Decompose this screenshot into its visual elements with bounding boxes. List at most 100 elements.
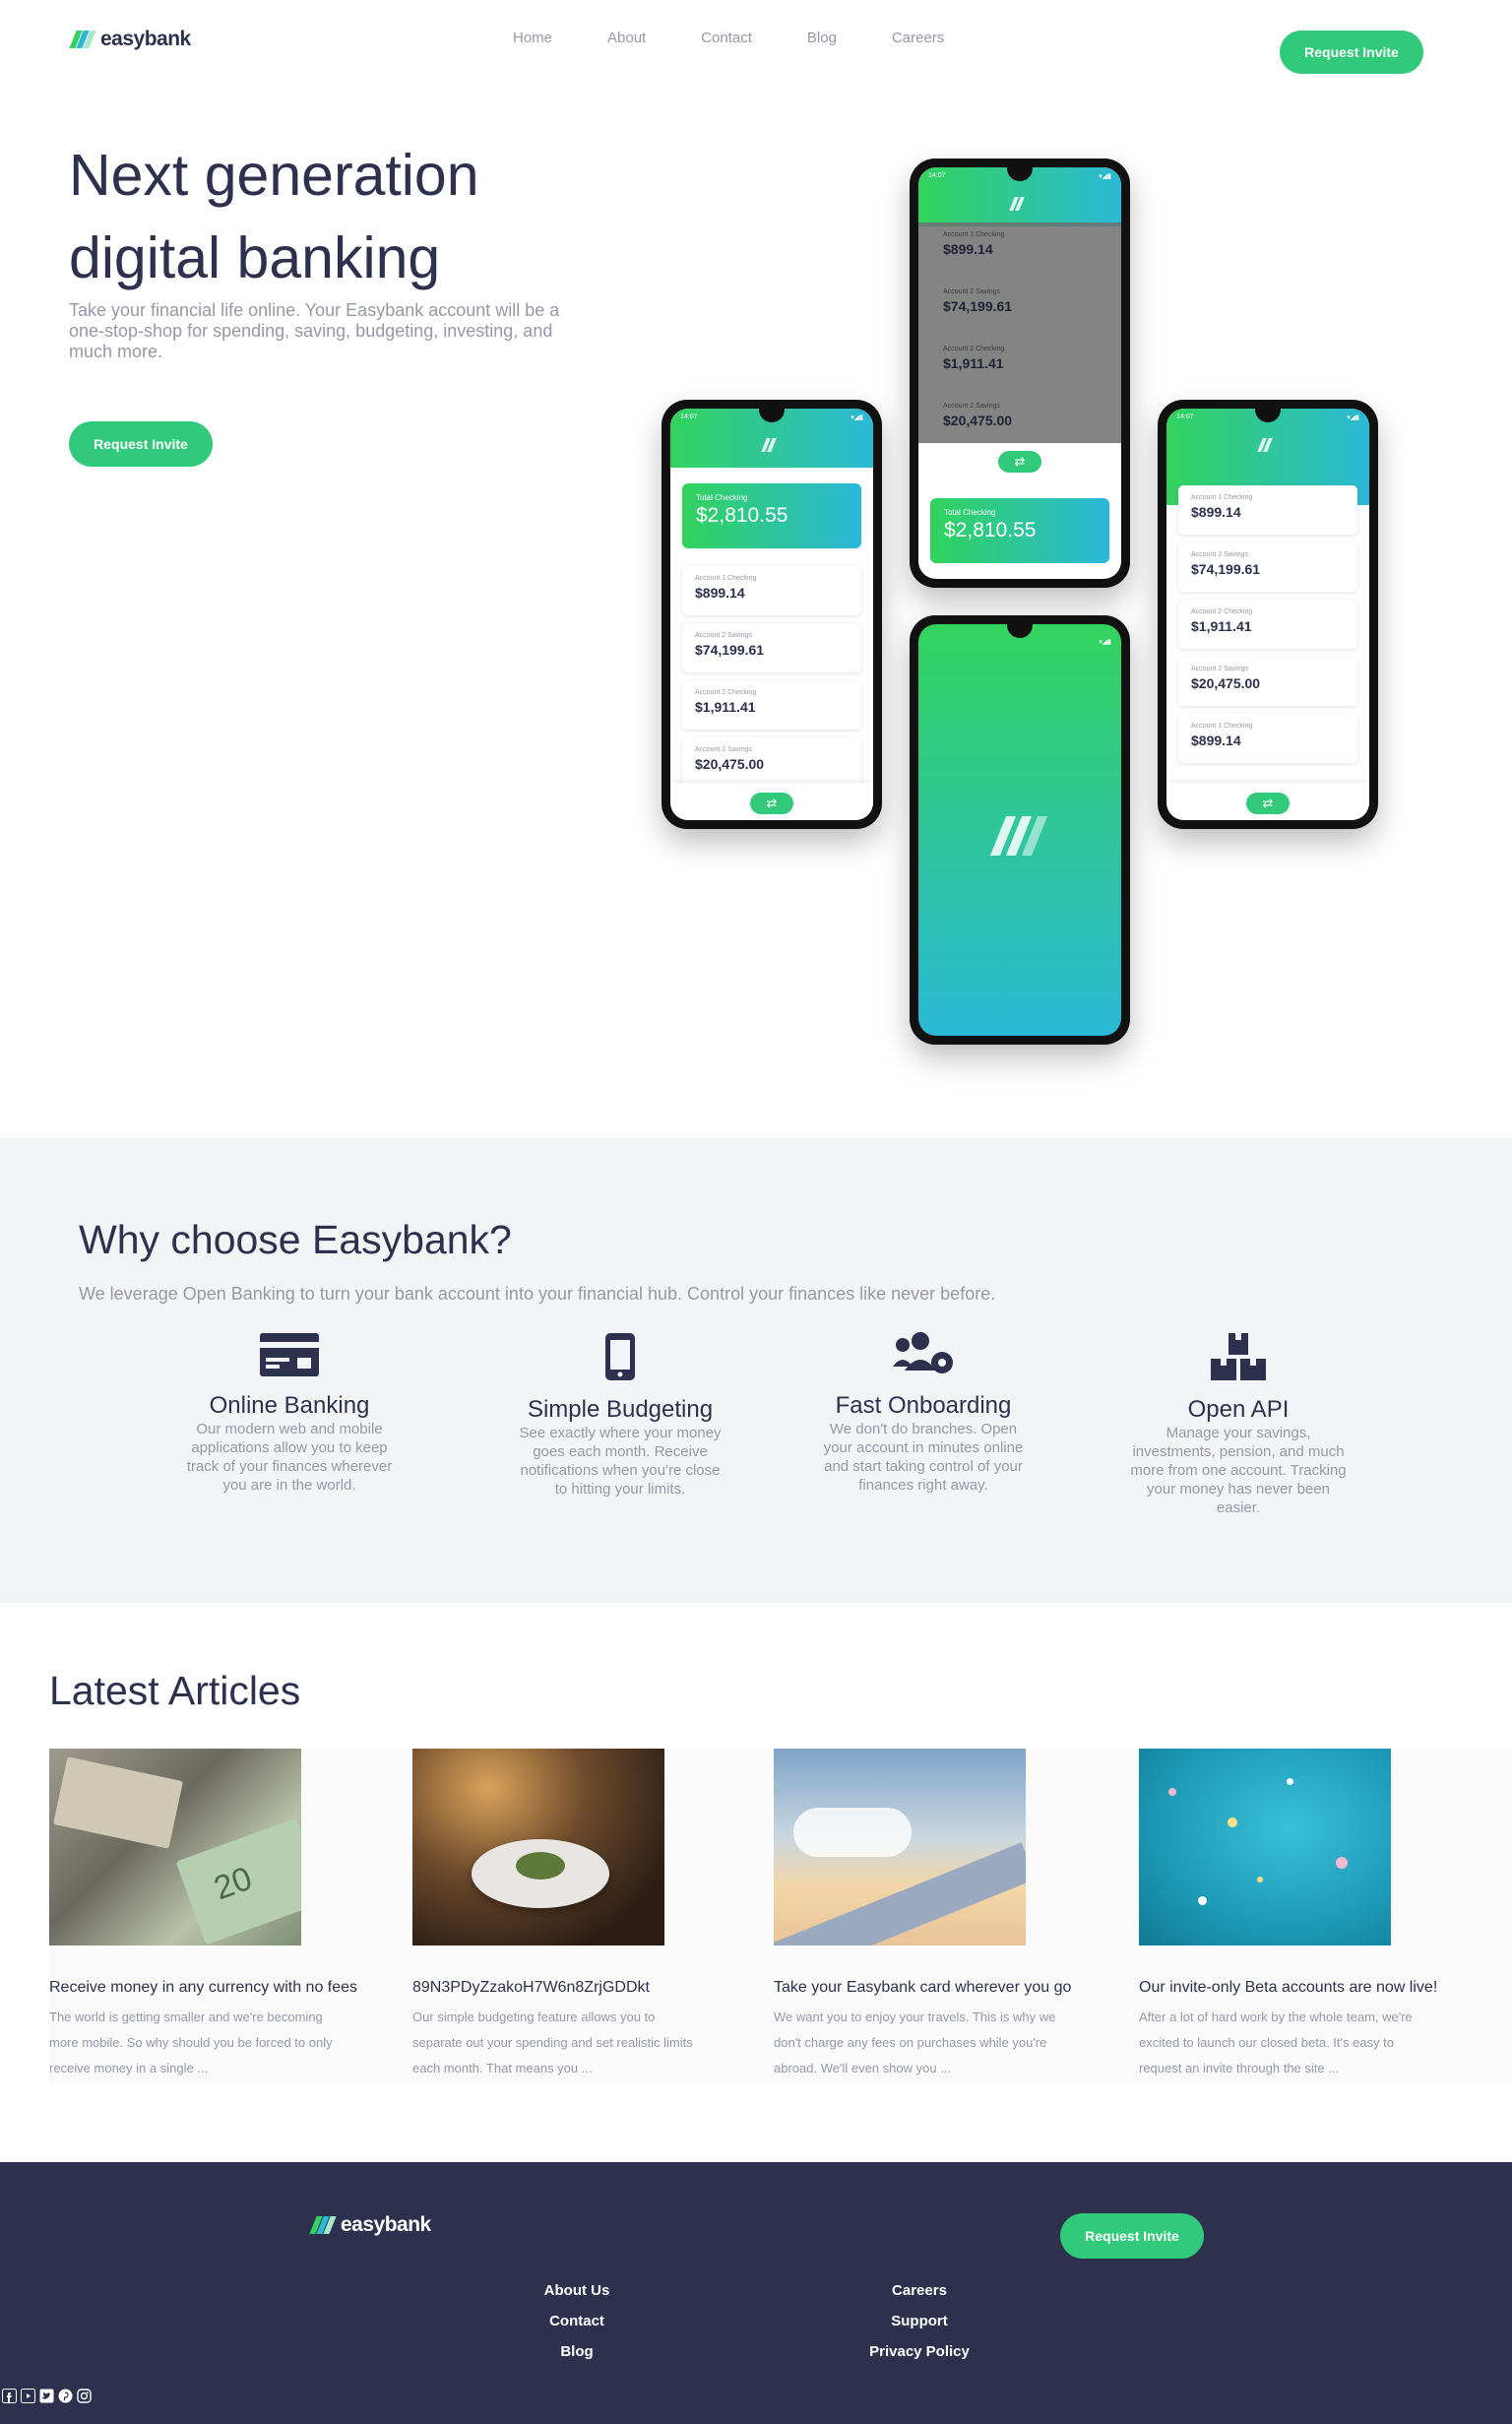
boxes-icon (1211, 1333, 1266, 1380)
account-card: Account 1 Checking $899.14 (1178, 485, 1357, 535)
status-icons: ▾◢▮ (850, 415, 863, 421)
mobile-phone-icon (605, 1333, 635, 1380)
logo-mark-icon (69, 31, 96, 48)
total-checking-card: Total Checking $2,810.55 (930, 498, 1109, 563)
article-title[interactable]: 89N3PDyZzakoH7W6n8ZrjGDDkt (412, 1979, 698, 1997)
nav-blog[interactable]: Blog (807, 30, 837, 46)
account-label: Account 2 Checking (943, 346, 1005, 352)
feature-text: Our modern web and mobile applications a… (186, 1421, 393, 1494)
feature-open-api: Open API Manage your savings, investment… (1120, 1331, 1356, 1517)
article-title[interactable]: Receive money in any currency with no fe… (49, 1979, 357, 1997)
account-amount: $1,911.41 (695, 699, 756, 715)
feature-simple-budgeting: Simple Budgeting See exactly where your … (502, 1331, 738, 1499)
feature-title: Online Banking (209, 1392, 370, 1419)
account-label: Account 2 Savings (943, 403, 1000, 410)
account-amount: $20,475.00 (1191, 675, 1261, 691)
transfer-icon: ⇄ (750, 793, 793, 814)
restaurant-photo[interactable] (412, 1749, 664, 1946)
facebook-icon[interactable] (2, 2389, 17, 2403)
credit-card-icon (260, 1333, 319, 1376)
hero-request-invite-button[interactable]: Request Invite (69, 421, 213, 467)
account-label: Account 1 Checking (1191, 494, 1253, 501)
hero-subtitle: Take your financial life online. Your Ea… (69, 300, 560, 361)
youtube-icon[interactable] (21, 2389, 35, 2403)
nav-about[interactable]: About (607, 30, 646, 46)
status-icons: ▾◢▮ (1099, 173, 1111, 180)
account-amount: $1,911.41 (943, 355, 1004, 371)
footer-link-privacy-policy[interactable]: Privacy Policy (860, 2343, 978, 2360)
article-card[interactable]: Take your Easybank card wherever you go … (774, 1749, 1071, 2081)
feature-title: Fast Onboarding (835, 1392, 1012, 1419)
account-amount: $74,199.61 (695, 642, 765, 658)
nav-careers[interactable]: Careers (892, 30, 944, 46)
confetti-photo[interactable] (1139, 1749, 1391, 1946)
account-card: Account 2 Checking $1,911.41 (930, 337, 1109, 386)
transfer-icon: ⇄ (1246, 793, 1290, 814)
twitter-icon[interactable] (39, 2389, 54, 2403)
status-icons: ▾◢▮ (1099, 639, 1111, 646)
status-time: 14:07 (680, 414, 698, 420)
airplane-wing-photo[interactable] (774, 1749, 1026, 1946)
article-excerpt: The world is getting smaller and we're b… (49, 2009, 333, 2075)
account-card: Account 2 Savings $20,475.00 (1178, 657, 1357, 706)
status-time: 14:07 (928, 172, 946, 179)
footer-link-careers[interactable]: Careers (860, 2282, 978, 2299)
feature-title: Simple Budgeting (527, 1396, 714, 1423)
article-card[interactable]: Our invite-only Beta accounts are now li… (1139, 1749, 1437, 2081)
nav-home[interactable]: Home (513, 30, 552, 46)
main-nav: Home About Contact Blog Careers (513, 30, 944, 46)
footer-social-icons (2, 2389, 92, 2403)
account-amount: $1,911.41 (1191, 618, 1252, 634)
instagram-icon[interactable] (77, 2389, 92, 2403)
account-amount: $899.14 (1191, 504, 1241, 520)
article-card[interactable]: 20 Receive money in any currency with no… (49, 1749, 357, 2081)
footer-link-about-us[interactable]: About Us (518, 2282, 636, 2299)
nav-contact[interactable]: Contact (701, 30, 752, 46)
header-logo[interactable]: easybank (69, 28, 191, 51)
footer-request-invite-button[interactable]: Request Invite (1060, 2213, 1204, 2259)
article-title[interactable]: Our invite-only Beta accounts are now li… (1139, 1979, 1437, 1997)
article-card[interactable]: 89N3PDyZzakoH7W6n8ZrjGDDkt Our simple bu… (412, 1749, 698, 2081)
footer (0, 2162, 1512, 2424)
account-label: Account 1 Checking (695, 575, 757, 582)
article-excerpt: We want you to enjoy your travels. This … (774, 2009, 1056, 2075)
splash-logo-icon (989, 816, 1049, 856)
footer-logo[interactable]: easybank (309, 2213, 431, 2237)
article-title[interactable]: Take your Easybank card wherever you go (774, 1979, 1071, 1997)
phone-notch (1007, 624, 1033, 638)
account-card: Account 1 Checking $899.14 (930, 223, 1109, 272)
article-excerpt: After a lot of hard work by the whole te… (1139, 2009, 1413, 2075)
total-amount: $2,810.55 (944, 519, 1037, 542)
total-label: Total Checking (696, 493, 748, 502)
article-excerpt: Our simple budgeting feature allows you … (412, 2009, 693, 2075)
account-label: Account 2 Checking (695, 689, 757, 696)
header-request-invite-button[interactable]: Request Invite (1280, 31, 1423, 74)
account-label: Account 1 Checking (1191, 723, 1253, 730)
account-label: Account 2 Savings (695, 632, 752, 639)
feature-online-banking: Online Banking Our modern web and mobile… (171, 1331, 408, 1495)
phone-footer: ⇄ (670, 783, 873, 820)
hero-title-line2: digital banking (69, 225, 441, 290)
account-amount: $74,199.61 (943, 298, 1013, 314)
account-card: Account 2 Savings $74,199.61 (930, 280, 1109, 329)
account-label: Account 2 Savings (1191, 666, 1248, 672)
pinterest-icon[interactable] (58, 2389, 73, 2403)
users-cog-icon (893, 1332, 953, 1373)
phone-footer: ⇄ (1166, 783, 1369, 820)
feature-fast-onboarding: Fast Onboarding We don't do branches. Op… (805, 1331, 1041, 1495)
phone-mockup-top: 14:07 ▾◢▮ Account 1 Checking $899.14 Accou… (910, 159, 1130, 588)
footer-link-contact[interactable]: Contact (518, 2313, 636, 2329)
footer-link-blog[interactable]: Blog (518, 2343, 636, 2360)
logo-text: easybank (100, 28, 191, 50)
footer-link-support[interactable]: Support (860, 2313, 978, 2329)
account-amount: $20,475.00 (695, 756, 765, 772)
app-logo-icon (1256, 438, 1280, 452)
account-label: Account 2 Savings (695, 746, 752, 753)
account-amount: $899.14 (695, 585, 745, 601)
feature-text: See exactly where your money goes each m… (519, 1425, 722, 1498)
feature-text: Manage your savings, investments, pensio… (1130, 1425, 1347, 1516)
currency-photo[interactable]: 20 (49, 1749, 301, 1946)
feature-title: Open API (1187, 1396, 1290, 1423)
account-card: Account 2 Savings $20,475.00 (930, 394, 1109, 443)
account-card: Account 1 Checking $899.14 (682, 566, 861, 615)
